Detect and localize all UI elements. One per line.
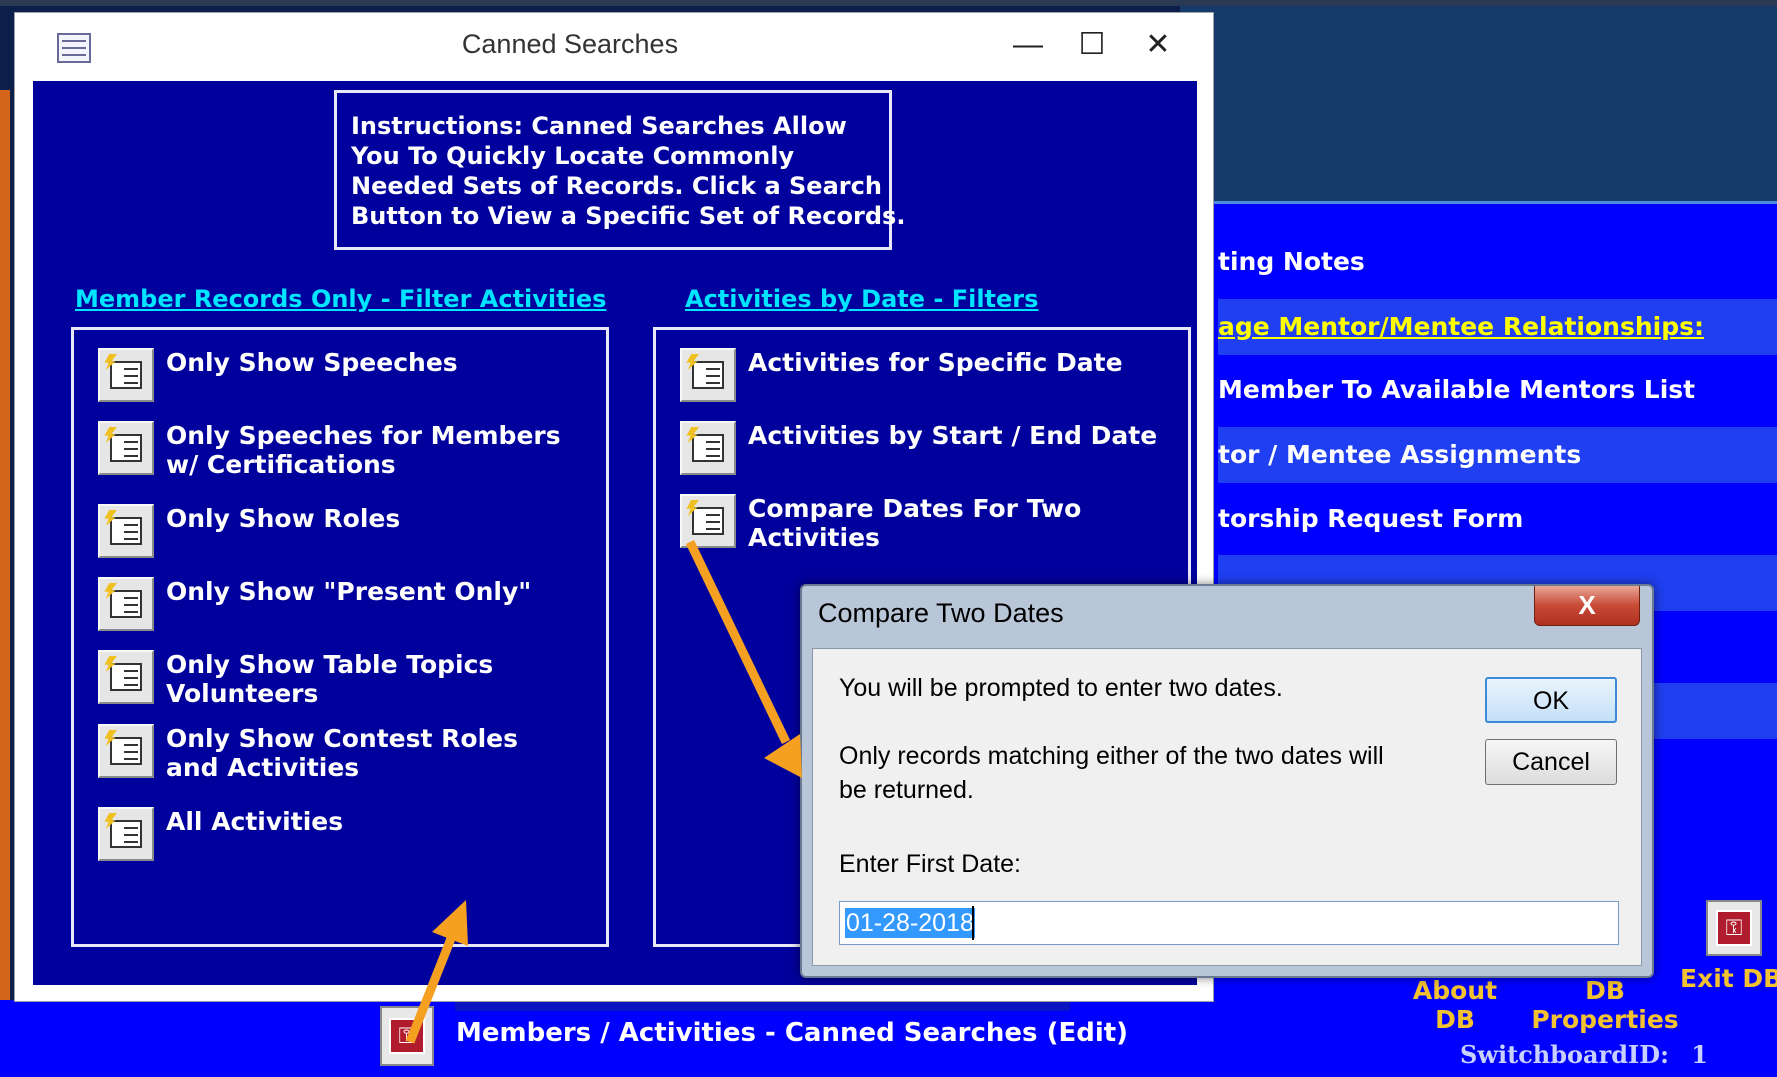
form-lightning-icon (692, 434, 724, 462)
only-show-table-topics-label: Only Show Table Topics Volunteers (166, 650, 494, 708)
compare-dates-button[interactable] (680, 494, 736, 548)
switchboard-id-label: SwitchboardID: (1460, 1040, 1669, 1069)
only-speeches-certifications-label: Only Speeches for Members w/ Certificatio… (166, 421, 561, 479)
dialog-title: Compare Two Dates (818, 598, 1064, 628)
dialog-message-prompt: You will be prompted to enter two dates. (839, 674, 1283, 702)
key-icon: ⚿ (1716, 910, 1752, 946)
ok-button[interactable]: OK (1485, 677, 1617, 723)
first-date-label: Enter First Date: (839, 850, 1021, 878)
minimize-button[interactable]: — (1003, 25, 1053, 65)
activities-start-end-date-button[interactable] (680, 421, 736, 475)
only-speeches-certifications-button[interactable] (98, 421, 154, 475)
window-title: Canned Searches (461, 29, 679, 59)
only-show-contest-roles-label: Only Show Contest Roles and Activities (166, 724, 518, 782)
instructions-line: Button to View a Specific Set of Records… (351, 202, 906, 230)
switchboard-item-mentorship-request-form[interactable]: torship Request Form (1218, 491, 1523, 547)
key-icon: ⚿ (389, 1018, 425, 1054)
switchboard-header-panel (1180, 6, 1777, 201)
switchboard-id: SwitchboardID: 1 (1460, 1040, 1708, 1069)
activities-by-date-link[interactable]: Activities by Date - Filters (685, 285, 1038, 313)
form-lightning-icon (110, 663, 142, 691)
only-show-present-only-label: Only Show "Present Only" (166, 577, 532, 606)
only-show-present-only-button[interactable] (98, 577, 154, 631)
only-show-speeches-button[interactable] (98, 348, 154, 402)
dialog-client-area: You will be prompted to enter two dates.… (812, 648, 1642, 966)
form-lightning-icon (692, 361, 724, 389)
cancel-button[interactable]: Cancel (1485, 739, 1617, 785)
form-lightning-icon (110, 361, 142, 389)
form-lightning-icon (692, 507, 724, 535)
only-show-contest-roles-button[interactable] (98, 724, 154, 778)
member-records-filter-link[interactable]: Member Records Only - Filter Activities (75, 285, 606, 313)
about-db-label[interactable]: About DB (1400, 976, 1510, 1034)
instructions-line: You To Quickly Locate Commonly (351, 142, 795, 170)
activities-specific-date-button[interactable] (680, 348, 736, 402)
switchboard-id-value: 1 (1691, 1040, 1708, 1069)
switchboard-item-meeting-notes[interactable]: ting Notes (1218, 234, 1365, 290)
form-lightning-icon (110, 517, 142, 545)
canned-searches-edit-label[interactable]: Members / Activities - Canned Searches (… (456, 1018, 1128, 1048)
switchboard-header-mentor-relationships: age Mentor/Mentee Relationships: (1218, 299, 1777, 355)
only-show-roles-label: Only Show Roles (166, 504, 401, 533)
background-left-accent (0, 90, 10, 1077)
text-caret (972, 906, 974, 940)
dialog-message-matching: Only records matching either of the two … (839, 742, 1384, 804)
all-activities-button[interactable] (98, 807, 154, 861)
compare-dates-label: Compare Dates For Two Activities (748, 494, 1082, 552)
activities-specific-date-label: Activities for Specific Date (748, 348, 1123, 377)
all-activities-label: All Activities (166, 807, 344, 836)
only-show-roles-button[interactable] (98, 504, 154, 558)
first-date-input[interactable]: 01-28-2018 (839, 901, 1619, 945)
form-lightning-icon (110, 434, 142, 462)
activities-start-end-date-label: Activities by Start / End Date (748, 421, 1158, 450)
instructions-line: Needed Sets of Records. Click a Search (351, 172, 882, 200)
window-titlebar[interactable]: Canned Searches — ☐ ✕ (15, 13, 1213, 79)
only-show-table-topics-button[interactable] (98, 650, 154, 704)
only-show-speeches-label: Only Show Speeches (166, 348, 458, 377)
exit-db-label: Exit DB (1680, 964, 1777, 993)
exit-db-button[interactable]: ⚿ (1706, 900, 1762, 956)
db-properties-label[interactable]: DB Properties (1530, 976, 1680, 1034)
compare-two-dates-dialog: Compare Two Dates X You will be prompted… (800, 584, 1654, 978)
canned-searches-edit-button[interactable]: ⚿ (380, 1006, 434, 1066)
instructions-box: Instructions: Canned Searches Allow You … (334, 90, 906, 250)
switchboard-item-member-to-mentors-list[interactable]: Member To Available Mentors List (1218, 362, 1695, 418)
dialog-close-button[interactable]: X (1534, 586, 1640, 626)
form-lightning-icon (110, 820, 142, 848)
switchboard-item-mentor-mentee-assignments[interactable]: tor / Mentee Assignments (1218, 427, 1777, 483)
close-button[interactable]: ✕ (1133, 25, 1183, 65)
instructions-line: Instructions: Canned Searches Allow (351, 112, 847, 140)
form-lightning-icon (110, 737, 142, 765)
maximize-button[interactable]: ☐ (1067, 25, 1117, 65)
first-date-value: 01-28-2018 (845, 908, 975, 938)
member-records-group: Only Show Speeches Only Speeches for Mem… (71, 327, 609, 947)
form-lightning-icon (110, 590, 142, 618)
